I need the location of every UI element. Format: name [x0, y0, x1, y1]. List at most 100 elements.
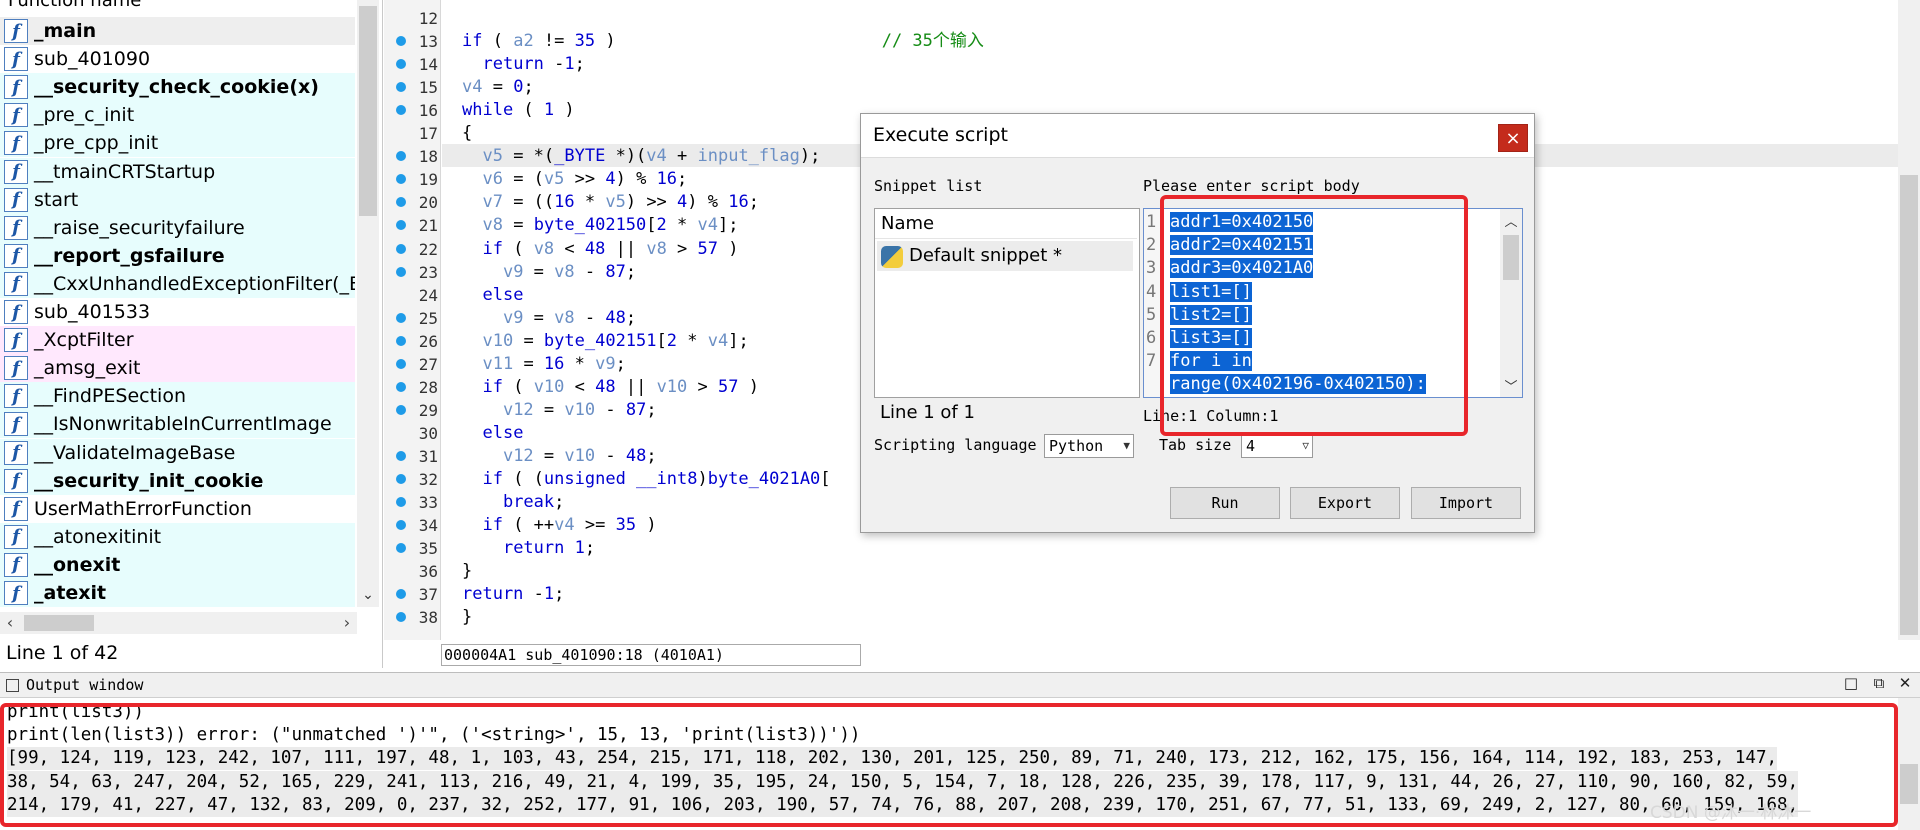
function-row[interactable]: f __report_gsfailure	[0, 241, 355, 270]
chevron-up-icon[interactable]: ︿	[1503, 211, 1519, 230]
scripting-language-select[interactable]: Python ▼	[1044, 434, 1134, 458]
function-row[interactable]: f _pre_cpp_init	[0, 129, 355, 158]
import-button[interactable]: Import	[1411, 487, 1521, 519]
script-scroll-thumb[interactable]	[1503, 235, 1519, 280]
function-icon: f	[4, 552, 28, 577]
pseudocode-status: 000004A1 sub_401090:18 (4010A1)	[441, 644, 861, 666]
function-row[interactable]: f __FindPESection	[0, 382, 355, 411]
function-row[interactable]: f sub_401090	[0, 45, 355, 73]
maximize-icon[interactable]: □	[1840, 674, 1862, 692]
pseudocode-scroll-thumb[interactable]	[1900, 175, 1918, 635]
line-number: 36	[418, 562, 438, 582]
function-row[interactable]: f sub_401533	[0, 298, 355, 326]
line-number: 19	[418, 170, 438, 190]
code-line[interactable]: 15 v4 = 0;	[384, 76, 1884, 99]
code-line[interactable]: 12	[384, 7, 1884, 30]
functions-column-header[interactable]: Function name	[0, 0, 355, 10]
dialog-titlebar[interactable]: Execute script ×	[861, 114, 1534, 158]
function-icon: f	[4, 384, 28, 409]
function-row[interactable]: f __IsNonwritableInCurrentImage	[0, 410, 355, 439]
script-line[interactable]: 4 list1=[]	[1146, 281, 1252, 304]
line-number: 12	[418, 9, 438, 28]
code-line[interactable]: 14 return -1;	[384, 53, 1884, 76]
export-button[interactable]: Export	[1290, 487, 1400, 519]
function-row[interactable]: f __tmainCRTStartup	[0, 157, 355, 186]
pseudocode-vertical-scrollbar[interactable]	[1898, 0, 1920, 640]
cursor-position: Line:1 Column:1	[1143, 407, 1279, 425]
output-scroll-thumb[interactable]	[1900, 764, 1918, 804]
function-icon: f	[4, 496, 28, 521]
code-text: }	[462, 561, 473, 582]
function-name: __IsNonwritableInCurrentImage	[34, 413, 332, 436]
script-line[interactable]: 3 addr3=0x4021A0	[1146, 257, 1314, 280]
script-vertical-scrollbar[interactable]: ︿ ﹀	[1500, 209, 1522, 397]
code-text: v6 = (v5 >> 4) % 16;	[482, 169, 688, 190]
tab-size-select[interactable]: 4 ▽	[1241, 434, 1313, 458]
script-line[interactable]: 6 list3=[]	[1146, 327, 1252, 350]
close-icon[interactable]: ✕	[1894, 674, 1916, 692]
function-row[interactable]: f UserMathErrorFunction	[0, 495, 355, 523]
chevron-left-icon[interactable]: ‹	[0, 612, 20, 634]
code-text: v9 = v8 - 48;	[502, 307, 637, 328]
output-window-body[interactable]: print(list3)) print(len(list3)) error: ("…	[0, 698, 1920, 830]
script-line[interactable]: 2 addr2=0x402151	[1146, 234, 1314, 257]
tab-size-value: 4	[1246, 437, 1256, 455]
line-number: 14	[418, 55, 438, 75]
function-row[interactable]: f __ValidateImageBase	[0, 438, 355, 467]
code-text: v4 = 0;	[462, 77, 534, 98]
float-icon[interactable]: ⧉	[1868, 674, 1890, 692]
code-line[interactable]: 36}	[384, 560, 1884, 583]
function-row[interactable]: f __security_check_cookie(x)	[0, 73, 355, 102]
function-row[interactable]: f _XcptFilter	[0, 326, 355, 355]
snippet-item[interactable]: Default snippet *	[877, 241, 1133, 271]
code-text: v7 = ((16 * v5) >> 4) % 16;	[482, 192, 759, 213]
code-line[interactable]: 37 return -1;	[384, 583, 1884, 606]
tab-size-label: Tab size	[1159, 436, 1232, 454]
code-line[interactable]: 13 if ( a2 != 35 ) // 35个输入	[384, 30, 1884, 53]
function-row[interactable]: f __atonexitinit	[0, 522, 355, 551]
line-number: 35	[418, 539, 438, 559]
chevron-right-icon[interactable]: ›	[337, 612, 357, 634]
function-row[interactable]: f __CxxUnhandledExceptionFilter(_EXCEPTIO…	[0, 269, 355, 298]
snippet-list[interactable]: Name Default snippet *	[874, 208, 1140, 398]
script-line-text: list1=[]	[1170, 281, 1252, 302]
code-text: {	[462, 123, 473, 144]
function-row[interactable]: f _main	[0, 17, 355, 45]
line-number: 18	[418, 147, 438, 167]
functions-horizontal-scrollbar[interactable]: ‹ ›	[0, 612, 357, 634]
function-row[interactable]: f __security_init_cookie	[0, 466, 355, 495]
output-vertical-scrollbar[interactable]	[1898, 698, 1920, 830]
code-line[interactable]: 35 return 1;	[384, 537, 1884, 560]
script-line[interactable]: 1 addr1=0x402150	[1146, 211, 1314, 234]
function-row[interactable]: f _pre_c_init	[0, 101, 355, 130]
line-number: 29	[418, 400, 438, 420]
output-window-titlebar: Output window □ ⧉ ✕	[0, 672, 1920, 698]
function-row[interactable]: f __onexit	[0, 550, 355, 579]
code-line[interactable]: 38}	[384, 606, 1884, 629]
function-row[interactable]: f _amsg_exit	[0, 354, 355, 383]
run-button[interactable]: Run	[1170, 487, 1280, 519]
functions-vertical-scrollbar[interactable]: ⌄	[357, 0, 379, 607]
script-line[interactable]: 7 for i in	[1146, 350, 1252, 373]
function-name: _XcptFilter	[34, 329, 134, 352]
function-row[interactable]: f _atexit	[0, 579, 355, 607]
functions-hscroll-thumb[interactable]	[24, 615, 94, 631]
code-text: v11 = 16 * v9;	[482, 353, 626, 374]
script-line[interactable]: 5 list2=[]	[1146, 304, 1252, 327]
function-name: __ValidateImageBase	[34, 441, 236, 464]
script-body-editor[interactable]: 1 addr1=0x402150 2 addr2=0x402151 3 addr3=0x4…	[1143, 208, 1523, 398]
functions-scroll-thumb[interactable]	[359, 6, 377, 216]
script-line-text: addr2=0x402151	[1170, 235, 1314, 256]
function-row[interactable]: f start	[0, 185, 355, 214]
snippet-name-header[interactable]: Name	[875, 209, 1137, 239]
line-number: 22	[418, 239, 438, 259]
function-icon: f	[4, 271, 28, 296]
chevron-down-icon[interactable]: ⌄	[360, 587, 376, 605]
function-icon: f	[4, 468, 28, 493]
functions-status: Line 1 of 42	[6, 642, 119, 664]
chevron-down-icon[interactable]: ﹀	[1503, 376, 1519, 395]
line-number: 31	[418, 446, 438, 466]
close-button[interactable]: ×	[1498, 124, 1528, 152]
script-line[interactable]: range(0x402196-0x402150):	[1146, 373, 1426, 396]
function-row[interactable]: f __raise_securityfailure	[0, 213, 355, 242]
